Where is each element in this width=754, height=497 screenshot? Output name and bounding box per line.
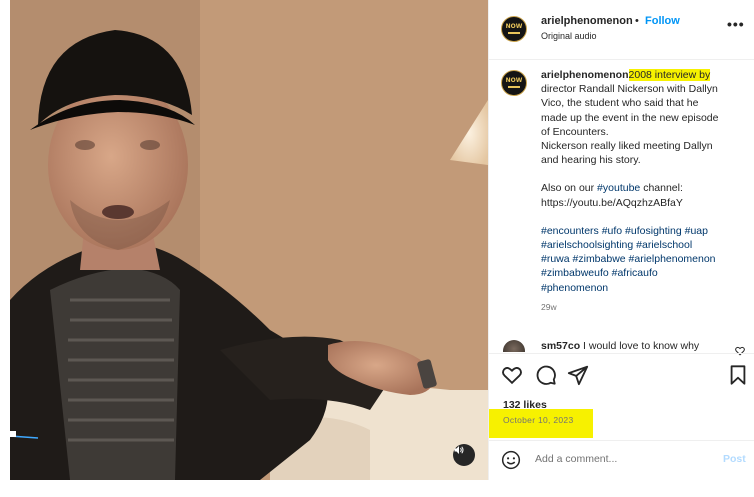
mute-button[interactable]	[453, 444, 475, 466]
comment-box-divider	[489, 440, 754, 441]
bottom-strip	[0, 480, 754, 497]
caption-line: Vico, the student who said that he	[541, 97, 699, 110]
author-username[interactable]: arielphenomenon	[541, 15, 633, 27]
avatar-logo-bar	[508, 32, 520, 34]
comment-input[interactable]: Add a comment...	[535, 453, 617, 465]
caption-line: director Randall Nickerson with Dallyn	[541, 83, 718, 96]
hashtag-line[interactable]: #ruwa #zimbabwe #arielphenomenon	[541, 252, 751, 266]
more-options-icon[interactable]: •••	[727, 16, 745, 32]
post-header: NOW arielphenomenon • Follow Original au…	[501, 14, 751, 46]
heart-icon[interactable]	[501, 364, 523, 386]
add-comment-bar: Add a comment... Post	[489, 444, 754, 480]
hashtag-line[interactable]: #zimbabweufo #africaufo	[541, 266, 751, 280]
avatar-logo-text: NOW	[505, 23, 523, 30]
commenter-username[interactable]: sm57co	[541, 340, 580, 352]
header-divider	[489, 59, 754, 60]
caption-line: and hearing his story.	[541, 154, 641, 167]
comment-icon[interactable]	[535, 364, 557, 386]
caption-timestamp[interactable]: 29w	[541, 300, 751, 314]
caption-avatar[interactable]: NOW	[501, 70, 527, 96]
caption-username[interactable]: arielphenomenon	[541, 69, 629, 81]
post-side-panel: NOW arielphenomenon • Follow Original au…	[488, 0, 754, 480]
video-frame	[10, 0, 488, 480]
follow-button[interactable]: Follow	[645, 15, 680, 27]
audio-label[interactable]: Original audio	[541, 31, 597, 41]
post-date[interactable]: October 10, 2023	[503, 415, 573, 425]
comment-item: sm57co I would love to know why	[501, 338, 754, 352]
post-actions	[501, 364, 751, 386]
caption-line: of Encounters.	[541, 125, 609, 138]
hashtag-line[interactable]: #phenomenon	[541, 281, 751, 295]
caption-text: arielphenomenon2008 interview by directo…	[541, 68, 751, 314]
like-comment-icon[interactable]	[735, 346, 745, 356]
actions-divider	[489, 353, 754, 354]
avatar-logo-text: NOW	[505, 77, 523, 84]
video-player[interactable]	[10, 0, 488, 480]
caption-also-text: Also on our	[541, 182, 595, 195]
mute-icon	[454, 446, 464, 454]
avatar-logo-bar	[508, 86, 520, 88]
hashtag-line[interactable]: #encounters #ufo #ufosighting #uap	[541, 224, 751, 238]
caption-highlight: 2008 interview by	[628, 69, 711, 81]
comment-body: I would love to know why	[583, 340, 700, 352]
youtube-link[interactable]: https://youtu.be/AQqzhzABfaY	[541, 196, 751, 210]
instagram-post-modal: NOW arielphenomenon • Follow Original au…	[0, 0, 754, 497]
caption-line: made up the event in the new episode	[541, 111, 719, 124]
commenter-avatar[interactable]	[503, 340, 525, 352]
left-gutter	[0, 0, 10, 480]
hashtag-youtube[interactable]: #youtube	[597, 182, 640, 194]
share-icon[interactable]	[567, 364, 589, 386]
post-comment-button[interactable]: Post	[723, 453, 746, 465]
hashtag-line[interactable]: #arielschoolsighting #arielschool	[541, 238, 751, 252]
author-avatar[interactable]: NOW	[501, 16, 527, 42]
comment-text: sm57co I would love to know why	[541, 340, 699, 352]
bookmark-icon[interactable]	[727, 364, 749, 386]
caption-channel-text: channel:	[643, 182, 683, 195]
separator-dot: •	[635, 15, 639, 27]
emoji-icon[interactable]	[501, 450, 521, 470]
caption-line: Nickerson really liked meeting Dallyn	[541, 140, 713, 153]
